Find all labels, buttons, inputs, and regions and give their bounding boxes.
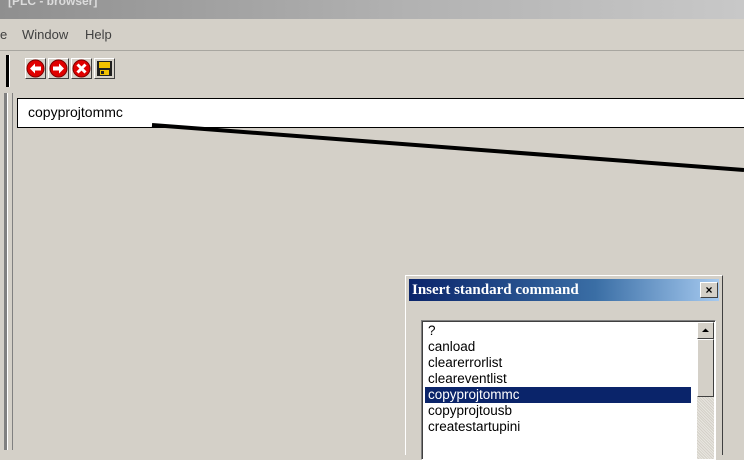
left-frame-border <box>0 93 13 450</box>
list-item[interactable]: ? <box>425 323 691 339</box>
list-item[interactable]: canload <box>425 339 691 355</box>
save-button[interactable] <box>94 58 115 79</box>
save-icon <box>97 61 112 76</box>
forward-button[interactable] <box>48 58 69 79</box>
scroll-thumb[interactable] <box>697 339 714 397</box>
command-listbox[interactable]: ? canload clearerrorlist cleareventlist … <box>421 320 716 460</box>
menu-item-window[interactable]: Window <box>22 19 68 50</box>
stop-button[interactable] <box>71 58 92 79</box>
menu-bar: e Window Help <box>0 19 744 51</box>
dialog-title: Insert standard command <box>412 282 579 298</box>
left-frame-edge <box>4 93 8 450</box>
back-arrow-icon <box>26 59 45 78</box>
listbox-scrollbar[interactable] <box>697 322 714 459</box>
back-button[interactable] <box>25 58 46 79</box>
list-item[interactable]: clearerrorlist <box>425 355 691 371</box>
toolbar-grip[interactable] <box>6 55 10 87</box>
toolbar <box>0 51 744 93</box>
list-item[interactable]: copyprojtousb <box>425 403 691 419</box>
list-item-selected[interactable]: copyprojtommc <box>425 387 691 403</box>
window-titlebar: [PLC - browser] <box>0 0 744 19</box>
dialog-titlebar[interactable]: Insert standard command <box>409 279 719 301</box>
command-input[interactable] <box>17 98 744 128</box>
list-item[interactable]: cleareventlist <box>425 371 691 387</box>
close-icon: × <box>705 283 713 297</box>
list-item[interactable]: createstartupini <box>425 419 691 435</box>
scroll-up-button[interactable] <box>697 322 714 339</box>
scroll-up-arrow-icon <box>702 328 709 332</box>
command-list: ? canload clearerrorlist cleareventlist … <box>425 323 691 435</box>
menu-item-help[interactable]: Help <box>85 19 112 50</box>
forward-arrow-icon <box>49 59 68 78</box>
insert-command-dialog: Insert standard command × ? canload clea… <box>405 275 723 460</box>
stop-icon <box>72 59 91 78</box>
window-title: [PLC - browser] <box>8 0 98 8</box>
close-button[interactable]: × <box>700 282 718 298</box>
menu-item-file[interactable]: e <box>0 19 7 50</box>
